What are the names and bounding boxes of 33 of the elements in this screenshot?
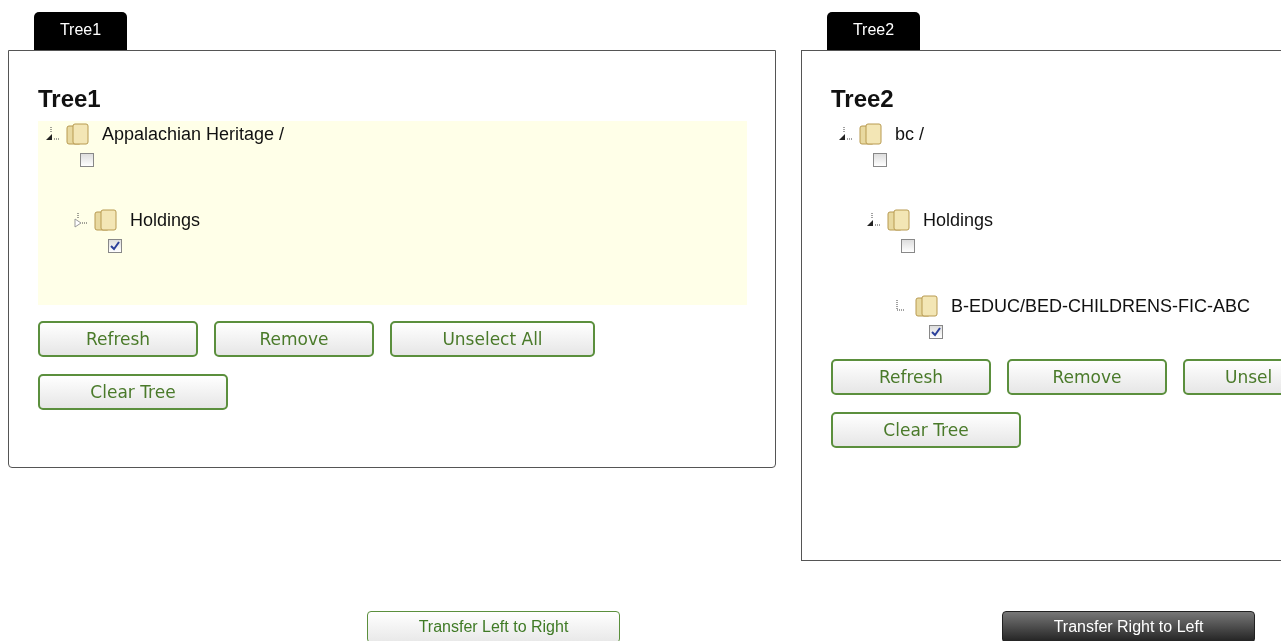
node-label[interactable]: bc / xyxy=(895,123,924,145)
action-button[interactable]: Refresh xyxy=(38,321,198,357)
node-label[interactable]: Holdings xyxy=(130,209,201,231)
action-button[interactable]: Remove xyxy=(1007,359,1167,395)
panel-title: Tree2 xyxy=(831,85,895,113)
tab[interactable]: Tree1 xyxy=(34,12,127,50)
node-label[interactable]: Holdings xyxy=(923,209,994,231)
checkbox[interactable] xyxy=(901,239,915,253)
node-label[interactable]: B-EDUC/BED-CHILDRENS-FIC-ABC xyxy=(951,295,1251,317)
panel-title: Tree1 xyxy=(38,85,102,113)
folder-icon xyxy=(887,209,911,231)
action-button[interactable]: Clear Tree xyxy=(38,374,228,410)
folder-icon xyxy=(859,123,883,145)
folder-icon xyxy=(915,295,939,317)
folder-icon xyxy=(94,209,118,231)
action-button[interactable]: Unselect All xyxy=(390,321,595,357)
transfer-button[interactable]: Transfer Left to Right xyxy=(367,611,620,641)
collapsed-triangle-icon[interactable] xyxy=(72,212,88,228)
checkbox[interactable] xyxy=(108,239,122,253)
action-button[interactable]: Clear Tree xyxy=(831,412,1021,448)
action-button[interactable]: Unsel xyxy=(1183,359,1281,395)
node-label[interactable]: Appalachian Heritage / xyxy=(102,123,285,145)
expanded-triangle-icon[interactable] xyxy=(44,126,60,142)
checkbox[interactable] xyxy=(929,325,943,339)
tab[interactable]: Tree2 xyxy=(827,12,920,50)
action-button[interactable]: Refresh xyxy=(831,359,991,395)
checkbox[interactable] xyxy=(873,153,887,167)
expanded-triangle-icon[interactable] xyxy=(865,212,881,228)
checkbox[interactable] xyxy=(80,153,94,167)
action-button[interactable]: Remove xyxy=(214,321,374,357)
folder-icon xyxy=(66,123,90,145)
expanded-triangle-icon[interactable] xyxy=(837,126,853,142)
transfer-button[interactable]: Transfer Right to Left xyxy=(1002,611,1255,641)
